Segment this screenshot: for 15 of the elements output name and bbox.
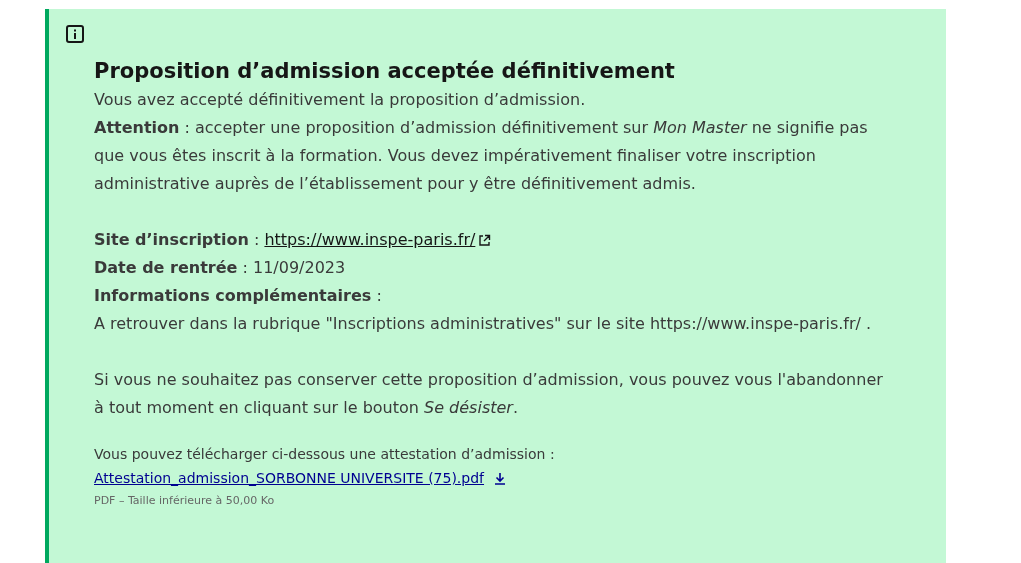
info-label: Informations complémentaires :	[94, 285, 383, 307]
info-icon	[65, 24, 85, 44]
notice-text: Vous avez accepté définitivement la proposition d’admission.	[94, 89, 587, 111]
external-link-icon	[478, 233, 492, 247]
notice-title: Proposition d’admission acceptée définitivement	[94, 58, 676, 85]
download-intro: Vous pouvez télécharger ci-dessous une attestation d’admission :	[94, 445, 556, 464]
info-text: A retrouver dans la rubrique "Inscriptions administratives" sur le site https://www.inspe-paris.fr/ .	[94, 313, 873, 335]
withdraw-text: Si vous ne souhaitez pas conserver cette proposition d’admission, vous pouvez vous l'abandonner à tout moment en cliquant sur le bouton Se désister.	[94, 369, 884, 419]
download-link[interactable]: Attestation_admission_SORBONNE UNIVERSITE (75).pdf	[94, 466, 507, 490]
file-info: PDF – Taille inférieure à 50,00 Ko	[94, 493, 276, 509]
download-icon	[494, 471, 507, 485]
site-line: Site d’inscription : https://www.inspe-paris.fr/	[94, 226, 884, 254]
date-line: Date de rentrée : 11/09/2023	[94, 257, 347, 279]
notice-text: Attention : accepter une proposition d’admission définitivement sur Mon Master ne signifie pas que vous êtes inscrit à la formation. Vous devez impérativement finaliser votre inscription administrative auprès de l’établissement pour y être définitivement admis.	[94, 117, 869, 195]
site-link[interactable]: https://www.inspe-paris.fr/	[264, 226, 492, 254]
